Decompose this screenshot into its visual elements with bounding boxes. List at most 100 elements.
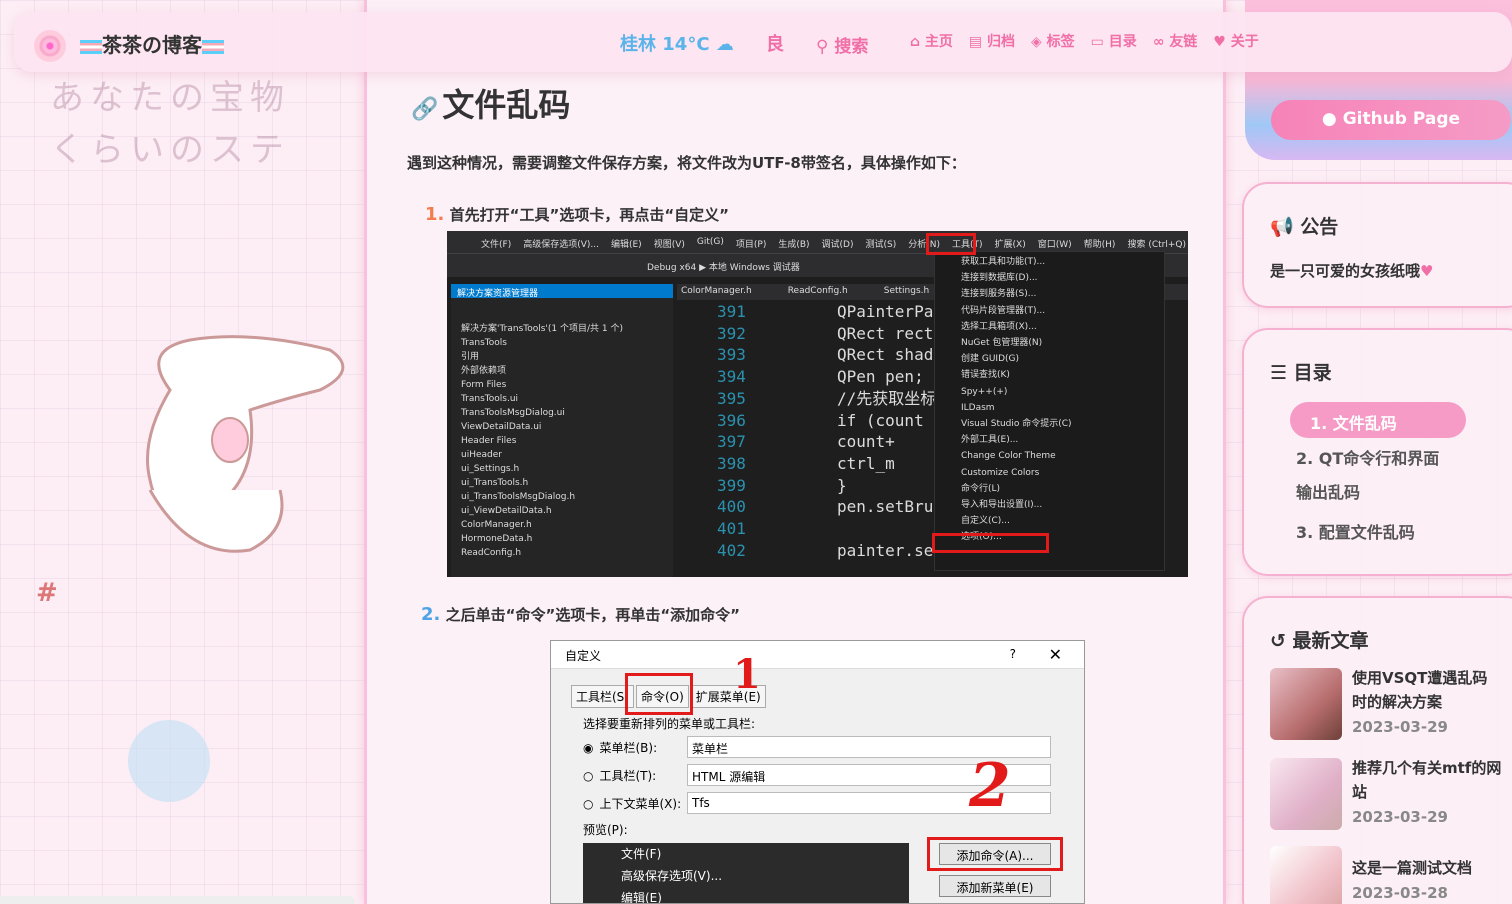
radio-context-menu[interactable]: ○ 上下文菜单(X):: [583, 795, 681, 812]
heart-icon: ♥: [1420, 262, 1434, 280]
tools-menu-item: 获取工具和功能(T)...: [961, 257, 1046, 267]
search-icon: ⚲: [816, 37, 835, 57]
site-header: [14, 12, 1512, 72]
vs-menu-item: 生成(B): [778, 240, 810, 250]
vs-code-editor: 391 392 393 394 395 396 397 398 399 400 401 402 QPa…: [677, 301, 937, 577]
vs-menu-item: 文件(F): [481, 240, 512, 250]
tree-item: TransTools: [461, 338, 507, 348]
nav-about[interactable]: ♥ 关于: [1213, 31, 1258, 51]
preview-item: 文件(F): [621, 847, 662, 861]
radio-menubar[interactable]: ◉ 菜单栏(B):: [583, 739, 657, 756]
highlight-tools-menu: [926, 233, 976, 255]
line-number: 402: [717, 540, 746, 560]
vs-menubar: 文件(F) 高级保存选项(V)... 编辑(E) 视图(V) Git(G) 项目(P) 生成…: [447, 231, 1188, 253]
preview-label: 预览(P):: [583, 823, 628, 837]
line-number: 399: [717, 475, 746, 495]
recent-posts-card: ↺ 最新文章 使用VSQT遭遇乱码时的解决方案 2023-03-29 推荐几个有…: [1242, 596, 1512, 904]
toc-item-2-cont[interactable]: 输出乱码: [1296, 476, 1360, 510]
tree-item: Form Files: [461, 380, 507, 390]
section-heading: 🔗 文件乱码: [411, 86, 571, 124]
radio-toolbar[interactable]: ○ 工具栏(T):: [583, 767, 656, 784]
vs-menu-item: 高级保存选项(V)...: [523, 240, 599, 250]
tree-item: ColorManager.h: [461, 520, 532, 530]
preview-list[interactable]: 文件(F) 高级保存选项(V)... 编辑(E): [583, 843, 909, 904]
close-icon[interactable]: ✕: [1049, 645, 1062, 664]
toc-item-1[interactable]: 1. 文件乱码: [1290, 402, 1466, 438]
recent-post-date: 2023-03-29: [1352, 808, 1448, 826]
status-bar: [0, 896, 355, 904]
notice-text: 是一只可爱的女孩纸哦♥: [1270, 262, 1434, 280]
weather-widget: 桂林 14°C ☁: [620, 34, 734, 55]
site-logo[interactable]: [34, 30, 66, 62]
tools-menu-item: 命令行(L): [961, 483, 1001, 494]
bubble-decoration: [128, 720, 210, 802]
tree-item: Header Files: [461, 436, 517, 446]
vs-screenshot: 文件(F) 高级保存选项(V)... 编辑(E) 视图(V) Git(G) 项目(P) 生成…: [447, 231, 1188, 577]
help-button[interactable]: ?: [1010, 647, 1016, 661]
vs-menu-item: Git(G): [696, 237, 724, 247]
tree-item: ui_Settings.h: [461, 464, 520, 474]
tree-item: ui_ViewDetailData.h: [461, 506, 552, 516]
code-line: QPainterPa: [837, 302, 934, 321]
tree-item: 外部依赖项: [461, 366, 507, 376]
editor-tab: Settings.h: [883, 286, 930, 296]
tools-menu-item: ILDasm: [961, 402, 995, 413]
mark-2: 2: [969, 751, 1011, 821]
recent-post-title[interactable]: 使用VSQT遭遇乱码时的解决方案: [1352, 666, 1502, 714]
line-number: 394: [717, 367, 746, 387]
archive-icon: ▤: [968, 34, 988, 50]
tree-item: ViewDetailData.ui: [461, 422, 542, 432]
recent-post-date: 2023-03-29: [1352, 718, 1448, 736]
tree-item: ui_TransTools.h: [461, 478, 529, 488]
search-button[interactable]: ⚲ 搜索: [816, 32, 868, 57]
toc-item-3[interactable]: 3. 配置文件乱码: [1296, 516, 1415, 550]
tools-menu-item: 错误查找(K): [961, 370, 1010, 381]
tools-menu-item: 连接到数据库(D)...: [961, 273, 1038, 284]
preview-item: 编辑(E): [621, 891, 662, 904]
code-line: //先获取坐标: [837, 388, 937, 408]
bunny-illustration: [146, 335, 345, 553]
vs-menu-item: 调试(D): [821, 240, 854, 250]
toc-item-2[interactable]: 2. QT命令行和界面: [1296, 442, 1439, 476]
preview-item: 高级保存选项(V)...: [621, 869, 723, 883]
vs-menu-item: 视图(V): [653, 240, 685, 250]
vs-menu-item: 项目(P): [735, 240, 767, 250]
post-thumbnail[interactable]: [1270, 846, 1342, 904]
air-quality: 良: [766, 34, 784, 55]
tools-menu-item: Change Color Theme: [961, 451, 1056, 462]
recent-post-title[interactable]: 推荐几个有关mtf的网站: [1352, 756, 1502, 804]
recent-post-title[interactable]: 这是一篇测试文档: [1352, 856, 1502, 880]
tools-menu-item: 代码片段管理器(T)...: [961, 305, 1046, 316]
dialog-title: 自定义: [551, 641, 1084, 669]
add-new-menu-button[interactable]: 添加新菜单(E): [939, 875, 1051, 897]
nav-categories[interactable]: ▭ 目录: [1091, 31, 1137, 51]
tree-item: HormoneData.h: [461, 534, 533, 544]
main-nav: ⌂ 主页 ▤ 归档 ◈ 标签 ▭ 目录 ∞ 友链 ♥ 关于: [910, 31, 1259, 51]
line-number: 395: [717, 388, 746, 408]
hash-decoration: #: [36, 578, 58, 608]
editor-tab: ReadConfig.h: [787, 286, 848, 296]
nav-friends[interactable]: ∞ 友链: [1153, 31, 1198, 51]
site-title[interactable]: 茶茶の博客: [80, 29, 224, 58]
tree-item: ReadConfig.h: [461, 548, 522, 558]
nav-archive[interactable]: ▤ 归档: [969, 31, 1015, 51]
line-number: 393: [717, 345, 746, 365]
post-card: 🔗 文件乱码 遇到这种情况，需要调整文件保存方案，将文件改为UTF-8带签名，具体…: [364, 0, 1226, 904]
code-line: QPen pen;: [837, 367, 924, 387]
tree-item: ui_TransToolsMsgDialog.h: [461, 492, 576, 502]
link-icon[interactable]: 🔗: [411, 97, 438, 122]
code-line: QRect shad: [837, 345, 934, 365]
code-line: count+: [837, 432, 895, 452]
github-page-button[interactable]: ● Github Page: [1271, 100, 1511, 140]
mark-1: 1: [733, 651, 761, 698]
tools-menu-item: 外部工具(E)...: [961, 435, 1019, 446]
highlight-commands-tab: [625, 673, 693, 715]
notice-card: 📢 公告 是一只可爱的女孩纸哦♥: [1242, 182, 1512, 308]
tree-item: TransTools.ui: [461, 394, 519, 404]
post-thumbnail[interactable]: [1270, 668, 1342, 740]
post-thumbnail[interactable]: [1270, 758, 1342, 830]
nav-home[interactable]: ⌂ 主页: [910, 31, 953, 51]
code-line: QRect rect: [837, 323, 934, 343]
nav-tags[interactable]: ◈ 标签: [1031, 31, 1075, 51]
